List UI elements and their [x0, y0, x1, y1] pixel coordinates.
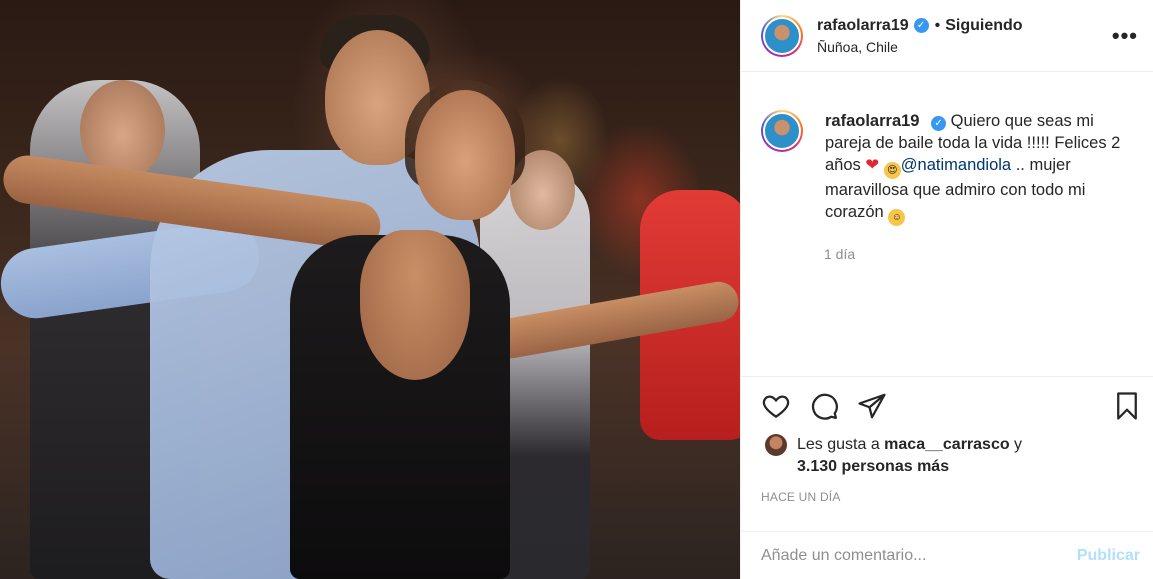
heart-emoji: ❤ — [865, 156, 880, 174]
post-timestamp[interactable]: HACE UN DÍA — [761, 490, 841, 504]
liker-avatar[interactable] — [765, 434, 787, 456]
caption-age: 1 día — [824, 246, 856, 262]
separator-dot: • — [934, 16, 941, 34]
photo-woman-face — [415, 90, 515, 220]
post-sidebar: rafaolarra19 ✓ • Siguiendo Ñuñoa, Chile … — [740, 0, 1153, 579]
verified-icon: ✓ — [913, 18, 929, 33]
smile-emoji: ☺ — [888, 209, 906, 226]
likes-prefix: Les gusta a — [797, 436, 885, 453]
avatar[interactable] — [761, 14, 803, 57]
caption-username-link[interactable]: rafaolarra19 — [825, 112, 919, 130]
caption-avatar[interactable] — [761, 110, 803, 152]
username-link[interactable]: rafaolarra19 — [817, 17, 909, 35]
likes-middle: y — [1009, 436, 1023, 453]
publish-button[interactable]: Publicar — [1077, 547, 1140, 565]
bookmark-icon[interactable] — [1112, 391, 1142, 426]
post-actions: Les gusta a maca__carrasco y 3.130 perso… — [741, 376, 1153, 579]
caption-text: rafaolarra19 ✓ Quiero que seas mi pareja… — [825, 110, 1125, 226]
instagram-post: rafaolarra19 ✓ • Siguiendo Ñuñoa, Chile … — [0, 0, 1153, 579]
post-header-meta: rafaolarra19 ✓ • Siguiendo Ñuñoa, Chile — [817, 17, 1023, 55]
action-icons — [761, 391, 887, 426]
comment-icon[interactable] — [809, 391, 839, 426]
comment-bar: Publicar — [741, 531, 1153, 579]
following-button[interactable]: Siguiendo — [945, 17, 1022, 35]
comment-input[interactable] — [761, 547, 1077, 565]
heart-eyes-emoji: 😍 — [883, 162, 901, 179]
liker-username-link[interactable]: maca__carrasco — [884, 436, 1009, 453]
photo-woman-chest — [360, 230, 470, 380]
likes-count-link[interactable]: 3.130 personas más — [797, 458, 949, 475]
caption: rafaolarra19 ✓ Quiero que seas mi pareja… — [761, 110, 1146, 226]
likes-summary: Les gusta a maca__carrasco y 3.130 perso… — [765, 434, 1022, 478]
heart-icon[interactable] — [761, 391, 791, 426]
mention-link[interactable]: @natimandiola — [901, 156, 1011, 174]
share-icon[interactable] — [857, 391, 887, 426]
location-link[interactable]: Ñuñoa, Chile — [817, 39, 1023, 55]
more-options-icon[interactable]: ••• — [1112, 25, 1138, 47]
verified-icon: ✓ — [931, 116, 947, 131]
post-photo[interactable] — [0, 0, 740, 579]
post-header: rafaolarra19 ✓ • Siguiendo Ñuñoa, Chile … — [741, 0, 1153, 72]
